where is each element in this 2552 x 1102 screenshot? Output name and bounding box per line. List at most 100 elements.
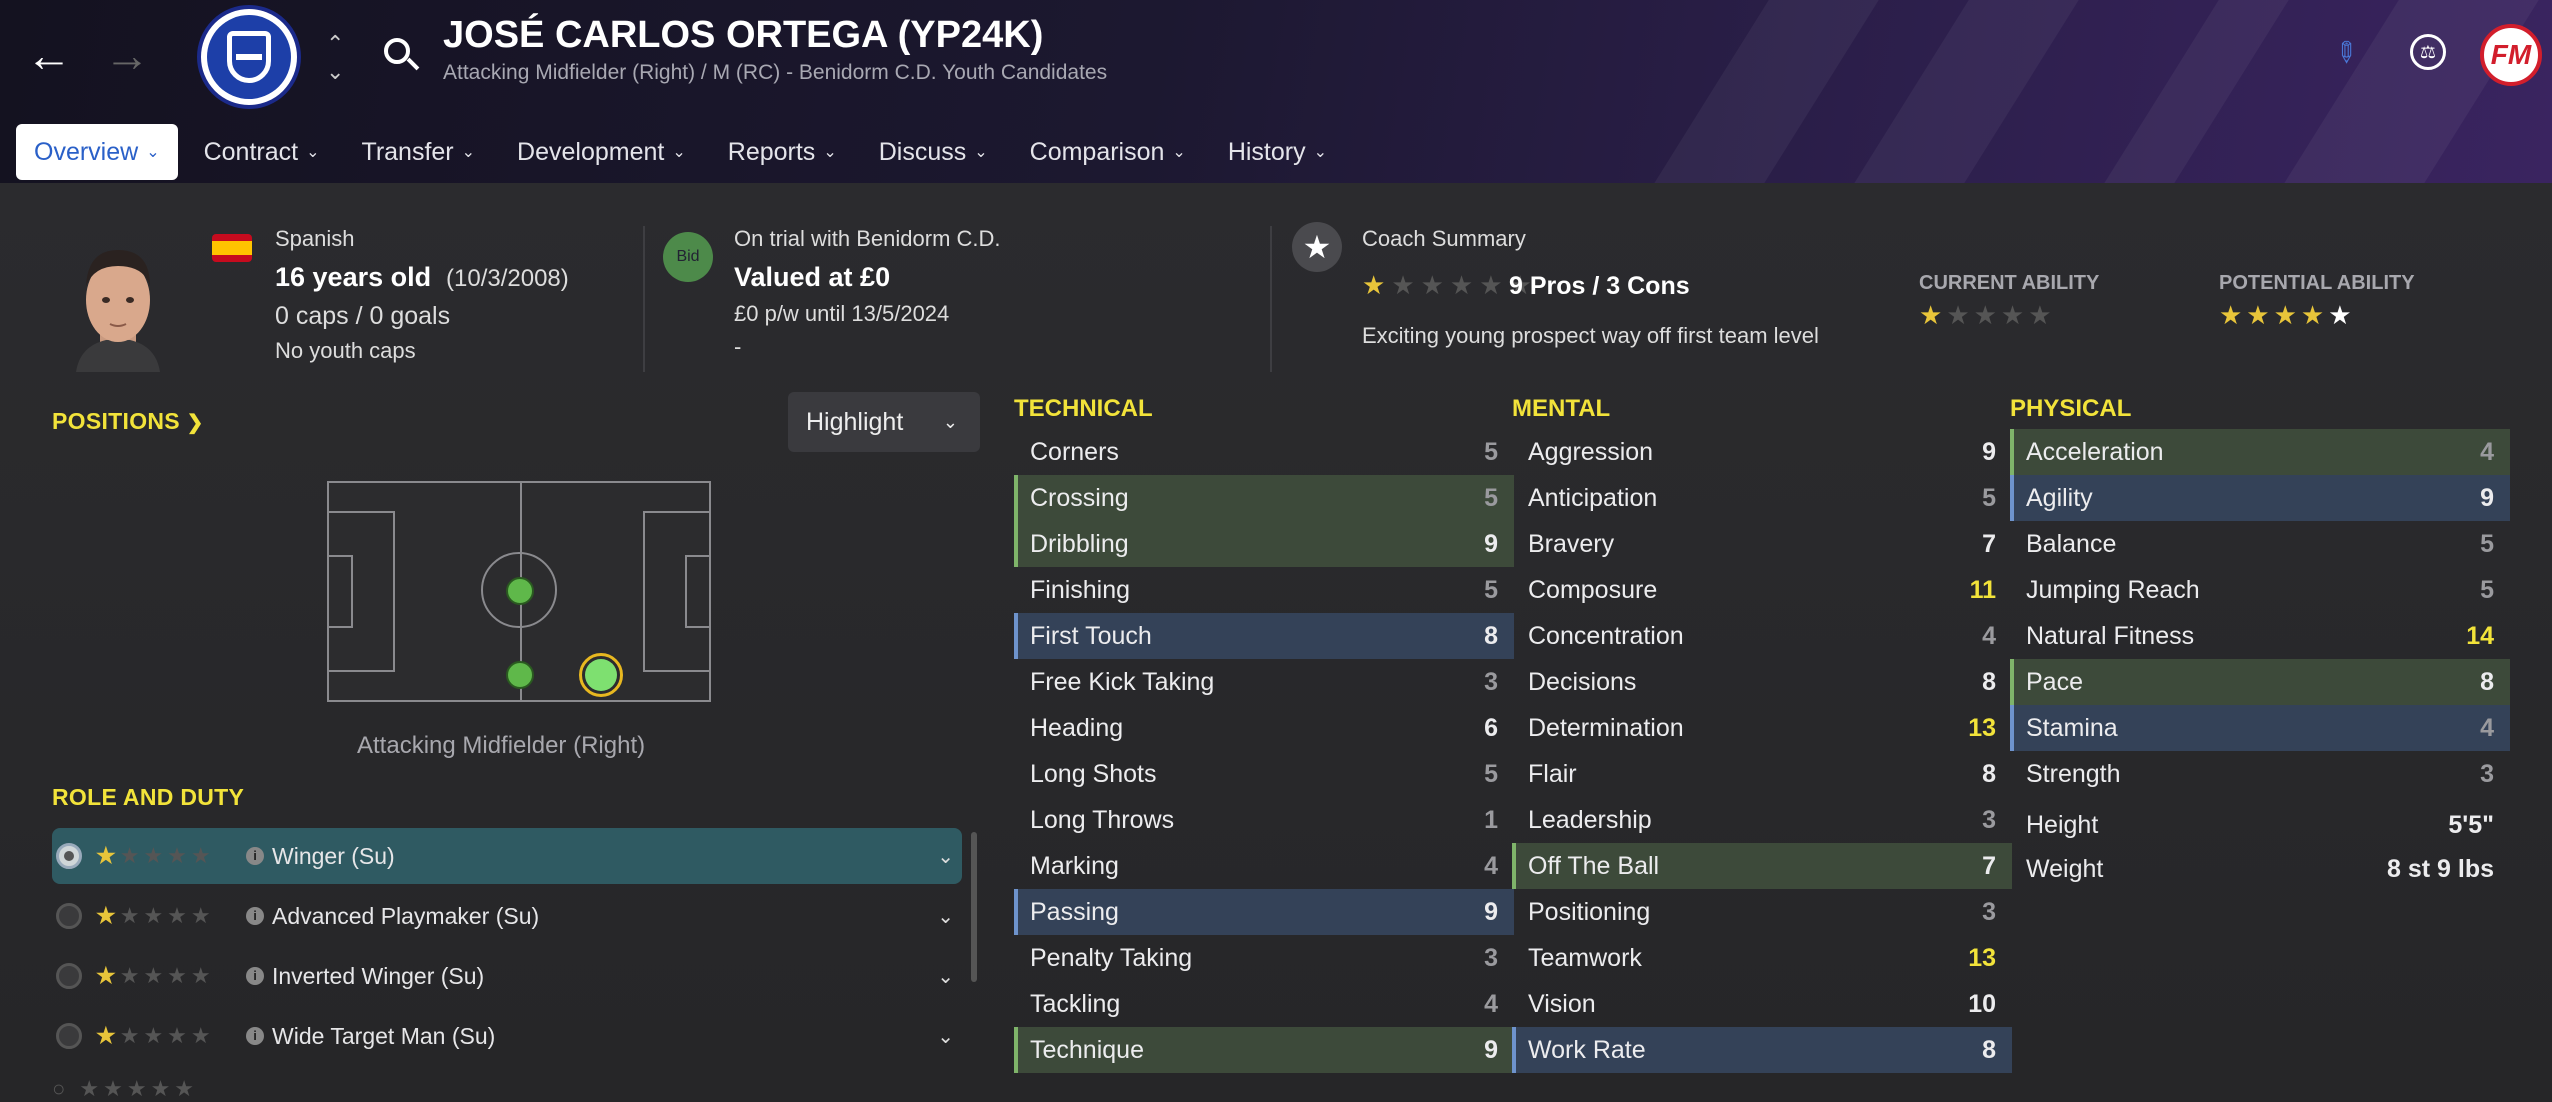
role-radio[interactable]: [56, 1023, 82, 1049]
pros-cons[interactable]: 9 Pros / 3 Cons: [1509, 272, 1690, 301]
role-radio[interactable]: [56, 903, 82, 929]
attr-name: Free Kick Taking: [1030, 667, 1215, 696]
attr-row-off-the-ball[interactable]: Off The Ball 7: [1512, 843, 2012, 889]
bid-badge[interactable]: Bid: [663, 232, 713, 282]
info-icon[interactable]: i: [246, 847, 264, 865]
role-row-partial: ○ ★★★★★: [52, 1076, 199, 1101]
tab-comparison[interactable]: Comparison ⌄: [1030, 124, 1186, 180]
info-icon[interactable]: i: [246, 907, 264, 925]
attr-value: 4: [2480, 713, 2494, 742]
attr-name: Strength: [2026, 759, 2121, 788]
technical-label: TECHNICAL: [1014, 395, 1153, 422]
forward-arrow-icon[interactable]: →: [104, 30, 150, 80]
role-stars: ★★★★★: [96, 843, 215, 868]
role-radio[interactable]: [56, 963, 82, 989]
player-name: JOSÉ CARLOS ORTEGA (YP24K): [443, 14, 1044, 56]
attr-name: Positioning: [1528, 897, 1651, 926]
attr-row-technique[interactable]: Technique 9: [1014, 1027, 1514, 1073]
role-row[interactable]: ★★★★★ i Advanced Playmaker (Su) ⌄: [52, 888, 962, 944]
globe-icon[interactable]: ⚖: [2410, 34, 2446, 70]
attr-row-crossing[interactable]: Crossing 5: [1014, 475, 1514, 521]
chevron-down-icon: ⌄: [1313, 144, 1328, 161]
role-stars: ★★★★★: [96, 1023, 215, 1048]
role-row[interactable]: ★★★★★ i Winger (Su) ⌄: [52, 828, 962, 884]
attr-row-long-throws[interactable]: Long Throws 1: [1014, 797, 1514, 843]
position-name: Attacking Midfielder (Right): [357, 732, 646, 759]
technical-column: TECHNICAL Corners 5 Crossing 5 Dribbling 9 Fin…: [1014, 395, 1514, 1073]
attr-row-anticipation[interactable]: Anticipation 5: [1512, 475, 2012, 521]
attr-name: Agility: [2026, 483, 2093, 512]
attr-row-decisions[interactable]: Decisions 8: [1512, 659, 2012, 705]
attr-row-marking[interactable]: Marking 4: [1014, 843, 1514, 889]
tab-contract[interactable]: Contract ⌄: [204, 124, 320, 180]
role-row[interactable]: ★★★★★ i Wide Target Man (Su) ⌄: [52, 1008, 962, 1064]
attr-row-composure[interactable]: Composure 11: [1512, 567, 2012, 613]
attr-row-corners[interactable]: Corners 5: [1014, 429, 1514, 475]
tab-development[interactable]: Development ⌄: [517, 124, 686, 180]
chevron-down-icon: ⌄: [974, 144, 988, 161]
club-badge[interactable]: [197, 5, 301, 109]
attr-row-tackling[interactable]: Tackling 4: [1014, 981, 1514, 1027]
attr-row-natural-fitness[interactable]: Natural Fitness 14: [2010, 613, 2510, 659]
attr-row-agility[interactable]: Agility 9: [2010, 475, 2510, 521]
role-radio[interactable]: [56, 843, 82, 869]
attr-row-flair[interactable]: Flair 8: [1512, 751, 2012, 797]
attr-row-work-rate[interactable]: Work Rate 8: [1512, 1027, 2012, 1073]
attr-row-acceleration[interactable]: Acceleration 4: [2010, 429, 2510, 475]
attr-row-balance[interactable]: Balance 5: [2010, 521, 2510, 567]
attr-name: Determination: [1528, 713, 1684, 742]
attr-row-bravery[interactable]: Bravery 7: [1512, 521, 2012, 567]
tab-label: Comparison: [1029, 137, 1165, 166]
highlight-dropdown[interactable]: Highlight ⌄: [788, 392, 980, 452]
role-row[interactable]: ★★★★★ i Inverted Winger (Su) ⌄: [52, 948, 962, 1004]
fm-logo[interactable]: FM: [2480, 24, 2542, 86]
roles-scrollbar[interactable]: [971, 832, 977, 982]
attr-row-teamwork[interactable]: Teamwork 13: [1512, 935, 2012, 981]
height-row: Height 5'5": [2026, 810, 2494, 839]
prev-next-chevrons[interactable]: ⌃ ⌄: [326, 30, 344, 86]
attr-row-long-shots[interactable]: Long Shots 5: [1014, 751, 1514, 797]
tab-discuss[interactable]: Discuss ⌄: [879, 124, 988, 180]
attr-row-determination[interactable]: Determination 13: [1512, 705, 2012, 751]
spain-flag-icon: [212, 234, 252, 262]
tab-transfer[interactable]: Transfer ⌄: [361, 124, 475, 180]
attr-name: Balance: [2026, 529, 2117, 558]
chevron-down-icon[interactable]: ⌄: [937, 904, 954, 929]
attr-value: 5: [2480, 529, 2494, 558]
attr-name: Jumping Reach: [2026, 575, 2200, 604]
attr-row-vision[interactable]: Vision 10: [1512, 981, 2012, 1027]
attr-row-dribbling[interactable]: Dribbling 9: [1014, 521, 1514, 567]
chevron-down-icon[interactable]: ⌄: [937, 964, 954, 989]
attr-row-first-touch[interactable]: First Touch 8: [1014, 613, 1514, 659]
attr-row-finishing[interactable]: Finishing 5: [1014, 567, 1514, 613]
attr-row-aggression[interactable]: Aggression 9: [1512, 429, 2012, 475]
chevron-down-icon[interactable]: ⌄: [937, 844, 954, 869]
attr-row-heading[interactable]: Heading 6: [1014, 705, 1514, 751]
tab-overview[interactable]: Overview ⌄: [16, 124, 178, 180]
attr-value: 13: [1968, 943, 1996, 972]
tab-history[interactable]: History ⌄: [1228, 124, 1327, 180]
attr-name: Teamwork: [1528, 943, 1642, 972]
attr-row-positioning[interactable]: Positioning 3: [1512, 889, 2012, 935]
attr-row-concentration[interactable]: Concentration 4: [1512, 613, 2012, 659]
chevron-down-icon[interactable]: ⌄: [937, 1024, 954, 1049]
tab-reports[interactable]: Reports ⌄: [728, 124, 837, 180]
attr-value: 13: [1968, 713, 1996, 742]
info-icon[interactable]: i: [246, 967, 264, 985]
attr-row-jumping-reach[interactable]: Jumping Reach 5: [2010, 567, 2510, 613]
attr-value: 6: [1484, 713, 1498, 742]
attr-name: Natural Fitness: [2026, 621, 2195, 650]
attr-row-penalty-taking[interactable]: Penalty Taking 3: [1014, 935, 1514, 981]
back-arrow-icon[interactable]: ←: [26, 30, 72, 80]
attr-row-strength[interactable]: Strength 3: [2010, 751, 2510, 797]
attr-row-passing[interactable]: Passing 9: [1014, 889, 1514, 935]
attr-row-pace[interactable]: Pace 8: [2010, 659, 2510, 705]
attr-row-free-kick-taking[interactable]: Free Kick Taking 3: [1014, 659, 1514, 705]
player-age: 16 years old: [275, 262, 432, 292]
player-avatar: [70, 236, 166, 372]
chevron-down-icon: ⌄: [672, 144, 686, 161]
attr-row-leadership[interactable]: Leadership 3: [1512, 797, 2012, 843]
attr-row-stamina[interactable]: Stamina 4: [2010, 705, 2510, 751]
info-icon[interactable]: i: [246, 1027, 264, 1045]
positions-label[interactable]: POSITIONS ❯: [52, 408, 204, 435]
